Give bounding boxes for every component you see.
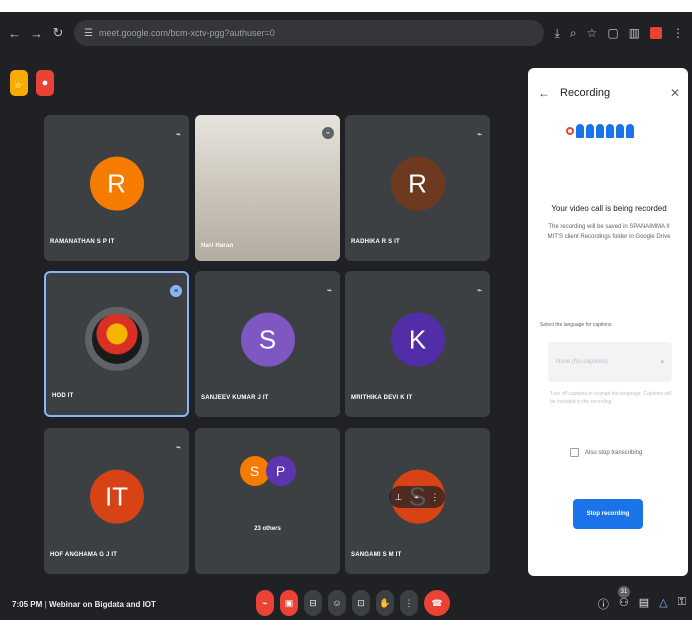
participant-tile[interactable]: ⌁ R RAMANATHAN S P IT xyxy=(44,115,189,261)
avatar: K xyxy=(390,312,445,367)
speaking-indicator-icon: ≡ xyxy=(170,285,182,297)
download-icon[interactable]: ⤓ xyxy=(555,26,560,41)
avatar: R xyxy=(89,156,144,211)
participant-name: Hari Haran xyxy=(201,243,234,249)
chevron-down-icon: ▾ xyxy=(660,359,664,366)
meeting-info: 7:05 PM | Webinar on Bigdata and IOT xyxy=(12,600,156,609)
checkbox-label: Also stop transcribing xyxy=(585,449,643,456)
caption-hint: Turn off captions to change the language… xyxy=(550,391,672,405)
participant-name: MRITHIKA DEVI K IT xyxy=(351,395,413,401)
participant-name: SANGAMI S M IT xyxy=(351,552,402,558)
participant-name: RADHIKA R S IT xyxy=(351,239,400,245)
stop-transcribing-option[interactable]: Also stop transcribing xyxy=(570,448,642,457)
call-controls: ⌁ ▣ ⊟ ☺ ⊡ ✋ ⋮ ☎ xyxy=(256,590,450,616)
person-figure xyxy=(626,124,634,138)
pin-icon[interactable]: ⊥ xyxy=(395,492,403,503)
url-text[interactable]: meet.google.com/bcm-xctv-pgg?authuser=0 xyxy=(99,28,275,38)
back-arrow-icon[interactable]: ← xyxy=(8,26,21,41)
panel-header: ← Recording ✕ xyxy=(538,86,680,100)
person-figure xyxy=(586,124,594,138)
checkbox[interactable] xyxy=(570,448,579,457)
recording-dot-icon xyxy=(566,127,574,135)
participant-tile[interactable]: ⌁ S SANJEEV KUMAR J IT xyxy=(195,271,340,417)
participant-name: HOD IT xyxy=(52,393,74,399)
avatar: P xyxy=(265,456,296,486)
mic-off-icon: ⌁ xyxy=(476,129,482,139)
mic-off-button[interactable]: ⌁ xyxy=(256,590,274,616)
person-figure xyxy=(596,124,604,138)
mic-off-icon: ⌁ xyxy=(326,285,332,295)
captions-button[interactable]: ⊟ xyxy=(304,590,322,616)
profile-photo xyxy=(84,306,149,371)
panel-title: Recording xyxy=(560,87,611,99)
participant-tile-video[interactable]: ⌁ Hari Haran xyxy=(195,115,340,261)
extension-red-icon[interactable] xyxy=(650,27,662,39)
host-controls-icon[interactable]: ⚿ xyxy=(678,596,686,612)
meet-screen: ← → ↻ ☰ meet.google.com/bcm-xctv-pgg?aut… xyxy=(0,12,692,620)
participant-tile[interactable]: ⌁ R RADHIKA R S IT xyxy=(345,115,490,261)
participant-tile[interactable]: ⌁ IT HOF ANGHAMA G J IT xyxy=(44,428,189,574)
more-options-button[interactable]: ⋮ xyxy=(400,590,418,616)
close-icon[interactable]: ✕ xyxy=(670,86,680,100)
tile-hover-controls: ⊥ ⌁ ⋮ xyxy=(389,486,445,508)
present-button[interactable]: ⊡ xyxy=(352,590,370,616)
meeting-time: 7:05 PM xyxy=(12,600,43,609)
more-options-icon[interactable]: ⋮ xyxy=(430,492,439,503)
recording-status: Your video call is being recorded xyxy=(551,204,667,213)
browser-actions: ⤓ ⌕ ☆ ▢ ▥ ⋮ xyxy=(555,26,685,41)
mic-off-icon: ⌁ xyxy=(175,129,181,139)
bookmark-star-icon[interactable]: ☆ xyxy=(587,26,598,40)
participant-tile-speaking[interactable]: ≡ HOD IT xyxy=(44,271,189,417)
meeting-title: Webinar on Bigdata and IOT xyxy=(48,600,156,609)
avatar: S xyxy=(240,312,295,367)
emoji-button[interactable]: ☺ xyxy=(328,590,346,616)
person-figure xyxy=(616,124,624,138)
forward-arrow-icon[interactable]: → xyxy=(30,26,43,41)
mic-off-icon: ⌁ xyxy=(476,285,482,295)
hand-badge-icon[interactable]: ✋ xyxy=(10,70,28,96)
participant-tile[interactable]: ⌁ K MRITHIKA DEVI K IT xyxy=(345,271,490,417)
back-arrow-icon[interactable]: ← xyxy=(538,86,550,100)
participant-name: SANJEEV KUMAR J IT xyxy=(201,395,269,401)
recording-badge-icon[interactable]: ● xyxy=(36,70,54,96)
others-count-label: 23 others xyxy=(254,526,281,532)
people-icon[interactable]: ⚇ xyxy=(619,596,629,612)
avatar: R xyxy=(390,156,445,211)
mic-off-icon: ⌁ xyxy=(175,442,181,452)
extensions-icon[interactable]: ▢ xyxy=(607,26,618,40)
meeting-controls-bar: 7:05 PM | Webinar on Bigdata and IOT ⌁ ▣… xyxy=(0,586,692,620)
recording-detail: The recording will be saved in SPANAIMMA… xyxy=(547,224,671,240)
sidebar-icon[interactable]: ▥ xyxy=(629,26,640,40)
person-figure xyxy=(606,124,614,138)
menu-dots-icon[interactable]: ⋮ xyxy=(672,26,684,40)
zoom-icon[interactable]: ⌕ xyxy=(570,26,577,41)
participant-name: HOF ANGHAMA G J IT xyxy=(50,552,118,558)
caption-language-value: None (No captions) xyxy=(556,359,608,365)
address-bar[interactable]: ☰ meet.google.com/bcm-xctv-pgg?authuser=… xyxy=(74,20,544,46)
others-avatars: S P xyxy=(239,456,296,486)
site-info-icon[interactable]: ☰ xyxy=(84,28,93,39)
avatar: IT xyxy=(89,469,144,524)
participant-name: RAMANATHAN S P IT xyxy=(50,239,115,245)
others-tile[interactable]: S P 23 others xyxy=(195,428,340,574)
caption-language-select[interactable]: None (No captions) ▾ xyxy=(548,342,672,382)
reload-icon[interactable]: ↻ xyxy=(52,25,64,41)
activities-icon[interactable]: △ xyxy=(659,596,667,612)
info-icon[interactable]: ⓘ xyxy=(598,596,609,612)
deity-image xyxy=(91,313,142,364)
recording-panel: ← Recording ✕ Your video call is being r… xyxy=(528,68,688,576)
camera-off-button[interactable]: ▣ xyxy=(280,590,298,616)
browser-toolbar: ← → ↻ ☰ meet.google.com/bcm-xctv-pgg?aut… xyxy=(0,12,692,54)
participant-tile-hovered[interactable]: S ⊥ ⌁ ⋮ SANGAMI S M IT xyxy=(345,428,490,574)
recording-illustration xyxy=(566,120,650,142)
person-figure xyxy=(576,124,584,138)
leave-call-button[interactable]: ☎ xyxy=(424,590,450,616)
mute-participant-icon[interactable]: ⌁ xyxy=(414,492,419,503)
stop-recording-button[interactable]: Stop recording xyxy=(573,499,643,529)
side-controls: ⓘ ⚇ ▤ △ ⚿ xyxy=(598,596,686,612)
caption-language-label: Select the language for captions xyxy=(540,322,612,328)
chat-icon[interactable]: ▤ xyxy=(639,596,649,612)
raise-hand-button[interactable]: ✋ xyxy=(376,590,394,616)
